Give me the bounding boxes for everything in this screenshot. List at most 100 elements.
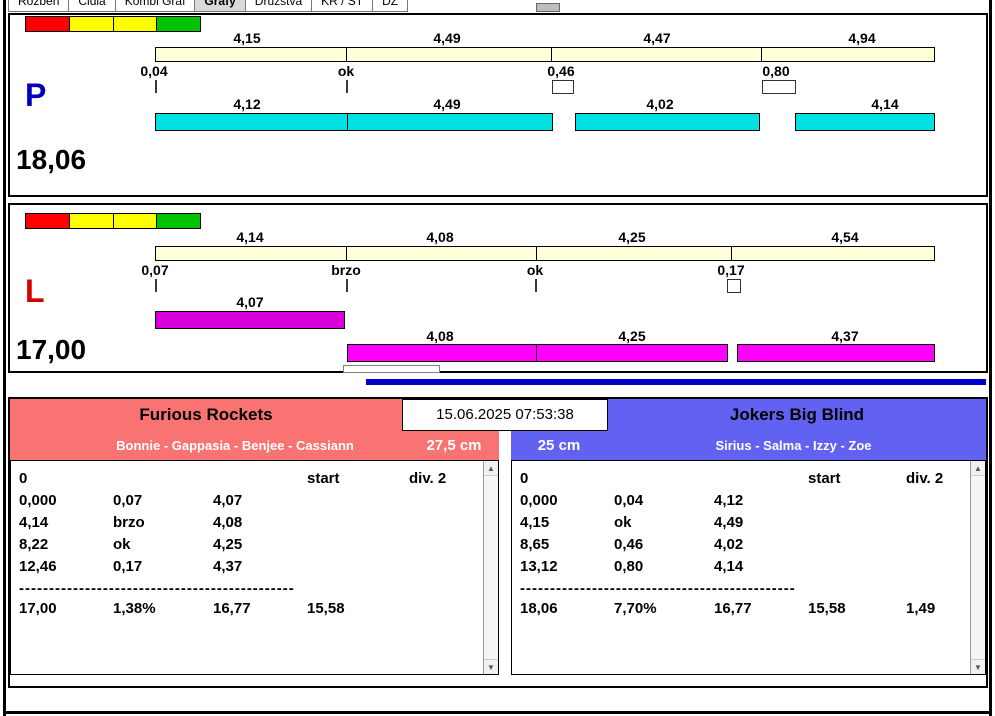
start-light-green	[157, 214, 200, 228]
scroll-up-icon[interactable]: ▲	[484, 461, 498, 476]
table-cell: 4,12	[714, 492, 744, 509]
lane-p-run-bar-1-2	[155, 113, 553, 131]
bar-divider	[536, 345, 537, 361]
lane-l-start-lights	[25, 213, 201, 229]
bar-divider	[347, 114, 348, 130]
lane-p-ideal-split-3: 4,47	[643, 30, 671, 46]
lane-p-run-split-1: 4,12	[233, 96, 261, 112]
start-light-yellow-1	[69, 17, 114, 31]
team-left-results-table: 0 start div. 2 0,000 0,07 4,07 4,14 brzo…	[10, 460, 499, 675]
total-diff: 1,49	[906, 600, 936, 617]
tab-kombi-graf[interactable]: Kombi Graf	[115, 0, 196, 12]
table-scrollbar[interactable]: ▲ ▼	[483, 461, 498, 674]
lane-l-pass-1: 0,07	[141, 262, 169, 278]
team-right-results-table: 0 start div. 2 0,000 0,04 4,12 4,15 ok 4…	[511, 460, 986, 675]
pass-tick	[346, 279, 348, 292]
lane-l-total: 17,00	[16, 334, 87, 365]
track-divider	[346, 47, 347, 62]
track-divider	[731, 246, 732, 261]
lane-p-pass-2: ok	[337, 63, 355, 79]
lane-p-total: 18,06	[16, 144, 87, 175]
total-net: 16,77	[714, 600, 752, 617]
table-cell: 0,04	[614, 492, 644, 509]
team-left-subheader: Bonnie - Gappasia - Benjee - Cassiann 27…	[10, 431, 499, 460]
table-cell: 12,46	[19, 558, 57, 575]
progress-bar	[366, 379, 986, 385]
lane-l-run-bar-1	[155, 311, 345, 329]
tab-druzstva[interactable]: Družstva	[245, 0, 313, 12]
col-div-header: div. 2	[409, 470, 447, 487]
tab-bar: Rozběh Čidla Kombi Graf Grafy Družstva K…	[8, 0, 608, 12]
tab-rozbeh[interactable]: Rozběh	[8, 0, 70, 12]
table-cell: 4,37	[213, 558, 243, 575]
table-divider: ----------------------------------------…	[19, 580, 295, 597]
lane-p-run-split-3: 4,02	[646, 96, 674, 112]
table-cell: 0,000	[520, 492, 558, 509]
tab-cidla[interactable]: Čidla	[69, 0, 116, 12]
lane-l-run-split-4: 4,37	[831, 328, 859, 344]
lane-l-run-bar-2-3	[347, 344, 728, 362]
lane-l-pass-3: ok	[526, 262, 544, 278]
table-cell: 0,17	[113, 558, 143, 575]
table-cell: 8,22	[19, 536, 49, 553]
table-cell: ok	[614, 514, 632, 531]
table-cell: brzo	[113, 514, 145, 531]
window-border-right	[989, 0, 992, 716]
lane-p-start-lights	[25, 16, 201, 32]
table-cell: 4,07	[213, 492, 243, 509]
lane-p-run-bar-4	[795, 113, 935, 131]
col-start-header: start	[307, 470, 340, 487]
lane-p-run-bar-3	[575, 113, 760, 131]
scroll-down-icon[interactable]: ▼	[484, 659, 498, 674]
table-cell: 4,15	[520, 514, 550, 531]
table-cell: 4,14	[19, 514, 49, 531]
pass-tick	[346, 80, 348, 93]
total-net: 16,77	[213, 600, 251, 617]
lane-p-run-split-4: 4,14	[871, 96, 899, 112]
table-cell: 4,02	[714, 536, 744, 553]
team-left-name: Furious Rockets	[10, 399, 402, 431]
track-divider	[551, 47, 552, 62]
lane-l-pass-4: 0,17	[717, 262, 745, 278]
toolbar-mini-button[interactable]	[536, 3, 560, 12]
lane-l-first-split-label: 4,07	[236, 294, 264, 310]
team-right-name: Jokers Big Blind	[608, 399, 986, 431]
total-time: 18,06	[520, 600, 558, 617]
team-right-jump-height: 25 cm	[537, 437, 581, 454]
col-start-header: start	[808, 470, 841, 487]
table-cell: 4,14	[714, 558, 744, 575]
pass-tick	[535, 279, 537, 292]
lane-p-ideal-split-4: 4,94	[848, 30, 876, 46]
start-light-yellow-2	[113, 17, 158, 31]
pass-tick	[155, 80, 157, 93]
pass-gap-box	[552, 80, 574, 94]
teams-panel: Furious Rockets 15.06.2025 07:53:38 Joke…	[8, 397, 988, 688]
lane-l-panel: L 4,14 4,08 4,25 4,54 0,07 brzo ok 0,17 …	[8, 203, 988, 373]
scroll-down-icon[interactable]: ▼	[971, 659, 985, 674]
total-ref: 15,58	[307, 600, 345, 617]
total-ref: 15,58	[808, 600, 846, 617]
table-cell: 0,07	[113, 492, 143, 509]
table-cell: 0,80	[614, 558, 644, 575]
total-percent: 1,38%	[113, 600, 156, 617]
window-border-bottom	[3, 711, 992, 714]
lane-p-panel: P 4,15 4,49 4,47 4,94 0,04 ok 0,46 0,80 …	[8, 13, 988, 197]
total-time: 17,00	[19, 600, 57, 617]
lane-l-run-split-3: 4,25	[618, 328, 646, 344]
col-div-header: div. 2	[906, 470, 944, 487]
lane-p-ideal-split-2: 4,49	[433, 30, 461, 46]
tab-dz[interactable]: DZ	[373, 0, 409, 12]
lane-l-run-bar-4	[737, 344, 935, 362]
tab-grafy[interactable]: Grafy	[195, 0, 246, 12]
tab-kr-st[interactable]: KR / ST	[312, 0, 374, 12]
lane-l-ideal-track	[155, 246, 935, 261]
lane-l-ideal-split-4: 4,54	[831, 229, 859, 245]
scroll-up-icon[interactable]: ▲	[971, 461, 985, 476]
pass-gap-box	[762, 80, 796, 94]
start-light-yellow-1	[69, 214, 114, 228]
table-scrollbar[interactable]: ▲ ▼	[970, 461, 985, 674]
track-divider	[536, 246, 537, 261]
lane-l-ideal-split-3: 4,25	[618, 229, 646, 245]
timestamp-box: 15.06.2025 07:53:38	[402, 399, 608, 431]
table-cell: 4,08	[213, 514, 243, 531]
